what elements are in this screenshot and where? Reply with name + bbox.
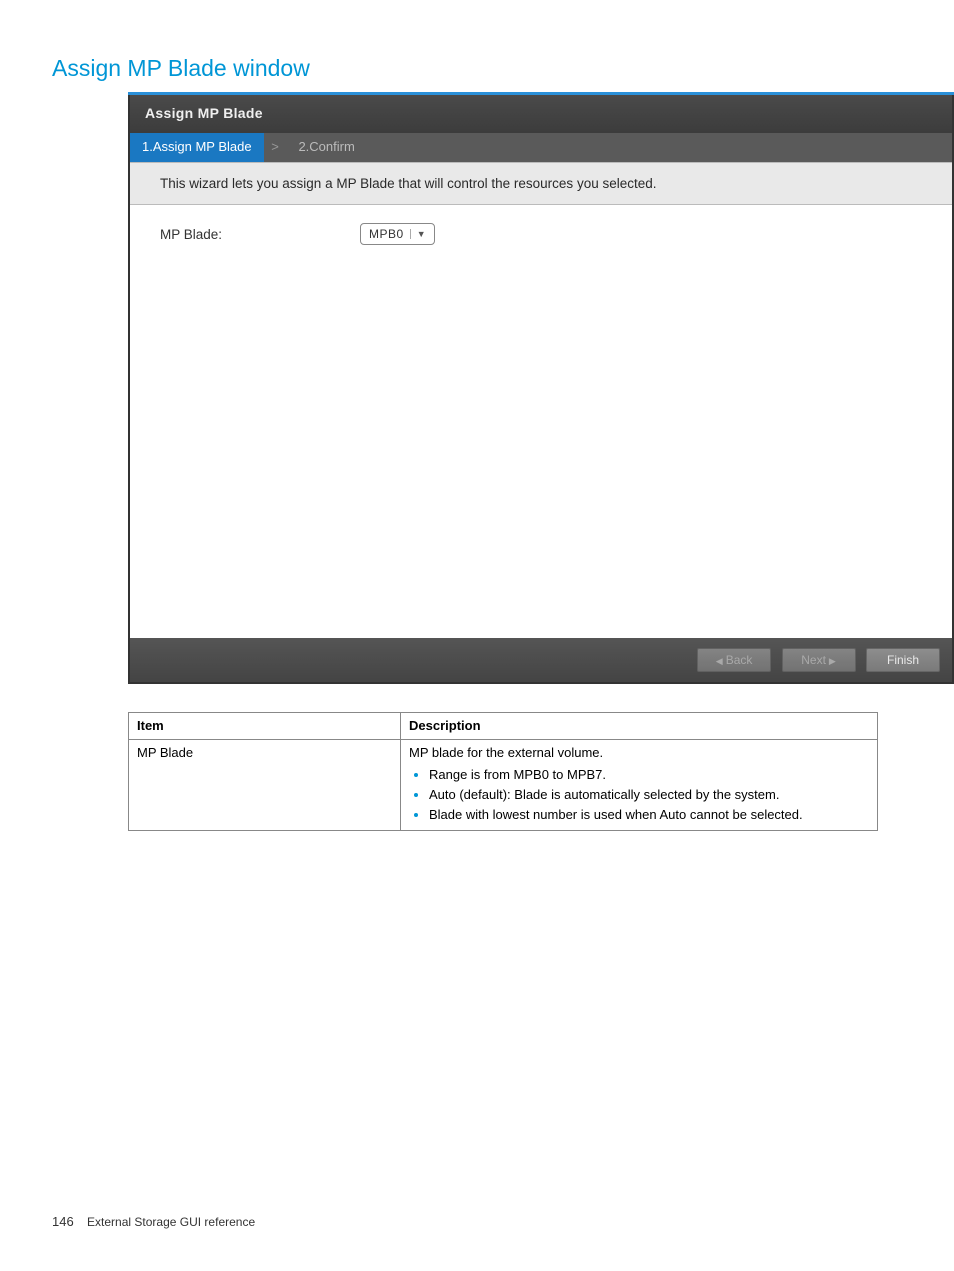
mp-blade-label: MP Blade: [160,227,360,242]
next-button-label: Next [801,653,826,667]
mp-blade-select-value: MPB0 [369,227,410,241]
finish-button-label: Finish [887,653,919,667]
table-header-row: Item Description [129,713,878,740]
th-item: Item [129,713,401,740]
wizard-footer: ◀Back Next▶ Finish [130,638,952,682]
th-description: Description [401,713,878,740]
wizard-steps: 1.Assign MP Blade > 2.Confirm [130,133,952,162]
step-2-confirm: 2.Confirm [286,133,366,162]
mp-blade-select[interactable]: MPB0 ▼ [360,223,435,245]
list-item: Range is from MPB0 to MPB7. [429,764,869,784]
triangle-left-icon: ◀ [716,656,726,666]
table-row: MP Blade MP blade for the external volum… [129,740,878,831]
back-button-label: Back [726,653,753,667]
cell-description: MP blade for the external volume. Range … [401,740,878,831]
mp-blade-row: MP Blade: MPB0 ▼ [160,223,922,245]
wizard-form-area: MP Blade: MPB0 ▼ [130,205,952,638]
wizard-title: Assign MP Blade [130,95,952,133]
desc-bullets: Range is from MPB0 to MPB7. Auto (defaul… [409,764,869,824]
list-item: Auto (default): Blade is automatically s… [429,784,869,804]
step-1-assign[interactable]: 1.Assign MP Blade [130,133,264,162]
page-title: Assign MP Blade window [0,0,954,82]
cell-item: MP Blade [129,740,401,831]
chevron-down-icon[interactable]: ▼ [410,229,430,239]
finish-button[interactable]: Finish [866,648,940,672]
desc-lead: MP blade for the external volume. [409,745,869,760]
wizard-intro-text: This wizard lets you assign a MP Blade t… [130,162,952,205]
next-button[interactable]: Next▶ [782,648,856,672]
list-item: Blade with lowest number is used when Au… [429,804,869,824]
step-separator: > [267,139,283,154]
wizard-window: Assign MP Blade 1.Assign MP Blade > 2.Co… [128,92,954,684]
page-number: 146 [52,1214,84,1229]
back-button[interactable]: ◀Back [697,648,771,672]
description-table: Item Description MP Blade MP blade for t… [128,712,878,831]
page-footer: 146 External Storage GUI reference [52,1214,255,1229]
page-footer-text: External Storage GUI reference [87,1215,255,1229]
triangle-right-icon: ▶ [826,656,836,666]
